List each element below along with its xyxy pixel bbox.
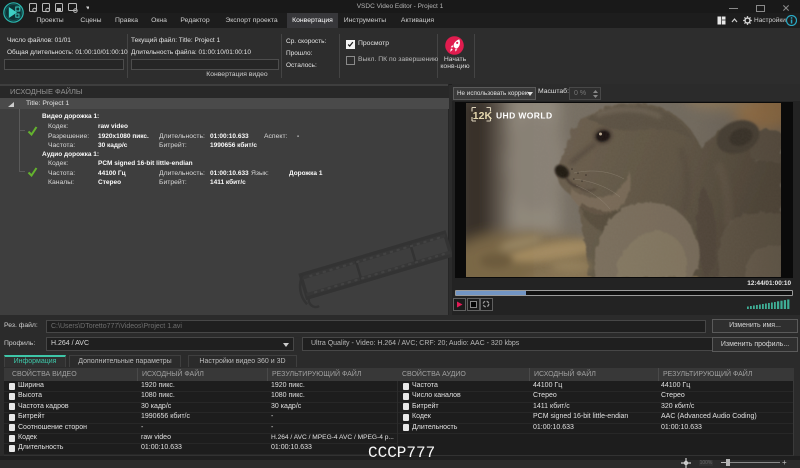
svg-text:12K: 12K bbox=[473, 110, 493, 122]
svg-text:UHD WORLD: UHD WORLD bbox=[496, 111, 552, 121]
